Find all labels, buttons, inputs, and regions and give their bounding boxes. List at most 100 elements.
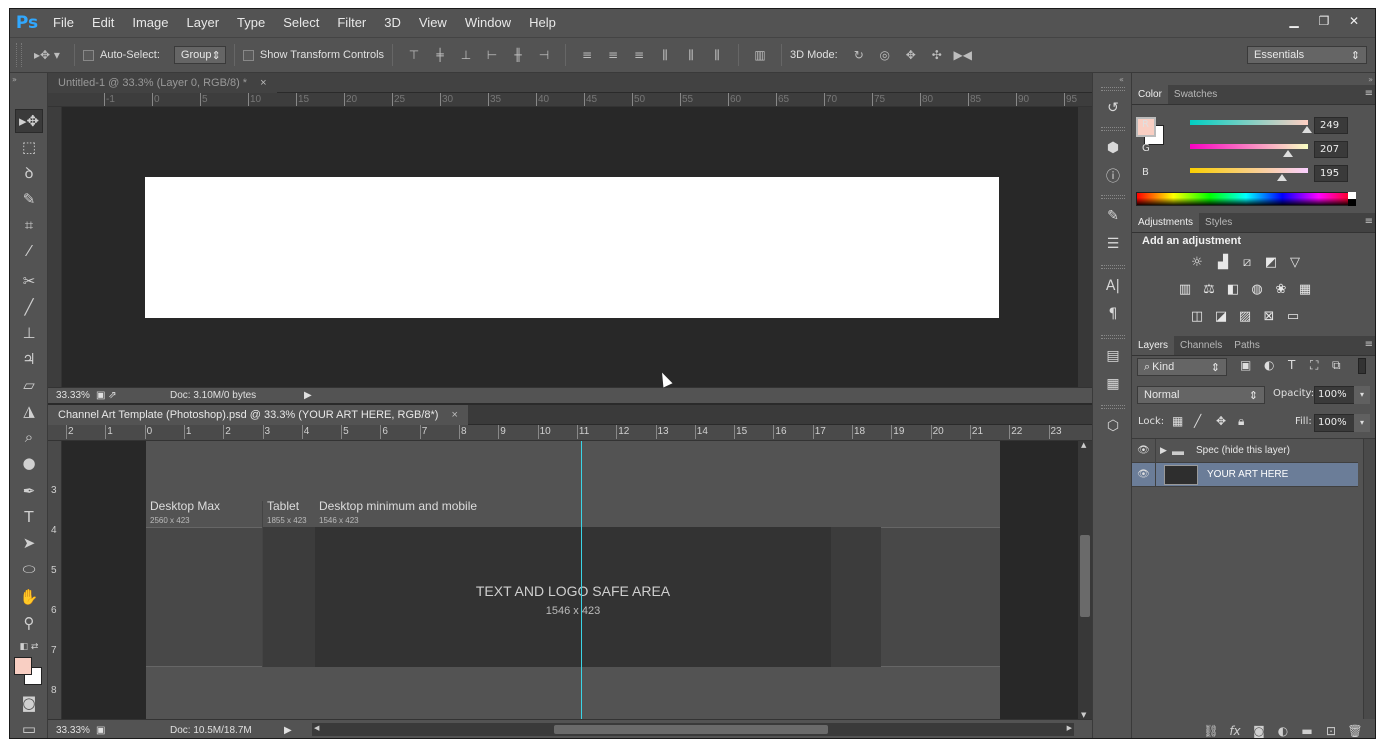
distribute-top-icon[interactable]: ≡ — [578, 46, 596, 64]
menu-3d[interactable]: 3D — [375, 9, 410, 37]
close-tab-icon[interactable]: × — [260, 77, 266, 89]
blend-mode-dropdown[interactable]: Normal ⇕ — [1137, 386, 1265, 404]
tab-adjustments[interactable]: Adjustments — [1132, 213, 1200, 232]
horizontal-ruler[interactable]: -1 0 5 10 15 20 25 30 35 40 45 50 55 60 65 70 75 80 85 90 95 — [48, 93, 1092, 107]
swap-colors-icon[interactable]: ◧ ⇄ — [15, 635, 43, 659]
green-slider[interactable] — [1190, 144, 1308, 149]
notes-panel-icon[interactable]: ▤ — [1101, 345, 1125, 367]
scroll-left-icon[interactable]: ◀ — [314, 724, 319, 732]
panel-menu-icon[interactable]: ≡ — [1365, 339, 1373, 350]
blue-value-input[interactable]: 195 — [1314, 165, 1348, 182]
collapse-strip-icon[interactable]: « — [1119, 75, 1124, 84]
hand-tool-icon[interactable]: ✋ — [15, 585, 43, 609]
align-bottom-icon[interactable]: ⊥ — [457, 46, 475, 64]
info-panel-icon[interactable]: ⓘ — [1101, 165, 1125, 187]
tab-layers[interactable]: Layers — [1132, 336, 1175, 355]
lock-image-icon[interactable]: ╱ — [1194, 414, 1201, 428]
color-lookup-icon[interactable]: ▦ — [1296, 280, 1314, 298]
history-brush-tool-icon[interactable]: ♃ — [15, 347, 43, 371]
tab-swatches[interactable]: Swatches — [1168, 85, 1223, 104]
auto-select-dropdown[interactable]: Group ⇕ — [173, 46, 226, 64]
panel-menu-icon[interactable]: ≡ — [1365, 88, 1373, 99]
exposure-icon[interactable]: ◩ — [1262, 253, 1280, 271]
crop-tool-icon[interactable]: ⌗ — [15, 213, 43, 237]
distribute-right-icon[interactable]: ⫼ — [708, 46, 726, 64]
curves-icon[interactable]: ⧄ — [1238, 253, 1256, 271]
menu-image[interactable]: Image — [123, 9, 177, 37]
3d-panel-icon[interactable]: ⬢ — [1101, 137, 1125, 159]
add-mask-icon[interactable]: ◙ — [1247, 724, 1271, 738]
status-info-icon[interactable]: ▣ — [96, 725, 132, 736]
marquee-tool-icon[interactable]: ⬚ — [15, 135, 43, 159]
lock-position-icon[interactable]: ✥ — [1216, 414, 1226, 428]
move-tool-preset-icon[interactable]: ▸✥ ▾ — [32, 46, 62, 64]
layer-filter-dropdown[interactable]: ⌕ Kind ⇕ — [1137, 358, 1227, 376]
color-spectrum-bar[interactable] — [1136, 192, 1356, 206]
menu-window[interactable]: Window — [456, 9, 520, 37]
pen-tool-icon[interactable]: ✒ — [15, 479, 43, 503]
zoom-level[interactable]: 33.33% — [56, 390, 96, 401]
hue-saturation-icon[interactable]: ▥ — [1176, 280, 1194, 298]
paragraph-panel-icon[interactable]: ¶ — [1101, 303, 1125, 325]
distribute-bottom-icon[interactable]: ≡ — [630, 46, 648, 64]
3d-rotate-icon[interactable]: ↻ — [850, 46, 868, 64]
menu-filter[interactable]: Filter — [328, 9, 375, 37]
eyedropper-tool-icon[interactable]: ⁄ — [15, 239, 43, 263]
clone-stamp-tool-icon[interactable]: ⊥ — [15, 321, 43, 345]
photo-filter-icon[interactable]: ◍ — [1248, 280, 1266, 298]
align-vcenter-icon[interactable]: ╪ — [431, 46, 449, 64]
tab-styles[interactable]: Styles — [1199, 213, 1238, 232]
collapse-icon[interactable]: » — [12, 75, 17, 84]
posterize-icon[interactable]: ◪ — [1212, 307, 1230, 325]
strip-grip[interactable] — [1101, 195, 1125, 199]
menu-type[interactable]: Type — [228, 9, 274, 37]
ellipse-tool-icon[interactable]: ⬭ — [15, 557, 43, 581]
minimize-button[interactable]: ▁ — [1279, 11, 1309, 31]
color-balance-icon[interactable]: ⚖ — [1200, 280, 1218, 298]
canvas-area[interactable]: Desktop Max 2560 x 423 Tablet 1855 x 423… — [62, 441, 1078, 719]
options-bar-grip[interactable] — [16, 43, 22, 67]
scroll-right-icon[interactable]: ▶ — [1067, 724, 1072, 732]
3d-slide-icon[interactable]: ✣ — [928, 46, 946, 64]
white-canvas[interactable] — [145, 177, 999, 318]
brush-panel-icon[interactable]: ✎ — [1101, 205, 1125, 227]
menu-view[interactable]: View — [410, 9, 456, 37]
lasso-tool-icon[interactable]: ꝺ — [15, 161, 43, 185]
eraser-tool-icon[interactable]: ▱ — [15, 373, 43, 397]
red-value-input[interactable]: 249 — [1314, 117, 1348, 134]
channel-mixer-icon[interactable]: ❀ — [1272, 280, 1290, 298]
3d-scale-icon[interactable]: ▶◀ — [954, 46, 972, 64]
brush-tool-icon[interactable]: ╱ — [15, 295, 43, 319]
quick-mask-icon[interactable]: ◙ — [15, 691, 43, 715]
h-scrollbar-thumb[interactable] — [554, 725, 828, 734]
lock-all-icon[interactable]: 🔒︎ — [1238, 414, 1244, 429]
strip-grip[interactable] — [1101, 405, 1125, 409]
menu-edit[interactable]: Edit — [83, 9, 123, 37]
3d-roll-icon[interactable]: ◎ — [876, 46, 894, 64]
layer-name[interactable]: Spec (hide this layer) — [1196, 445, 1290, 456]
opacity-dropdown-arrow-icon[interactable]: ▾ — [1354, 386, 1370, 404]
green-value-input[interactable]: 207 — [1314, 141, 1348, 158]
tab-color[interactable]: Color — [1132, 85, 1168, 104]
gradient-map-icon[interactable]: ▭ — [1284, 307, 1302, 325]
lock-transparent-icon[interactable]: ▦ — [1172, 414, 1183, 428]
auto-align-icon[interactable]: ▥ — [751, 46, 769, 64]
visibility-eye-icon[interactable]: 👁︎ — [1132, 438, 1156, 463]
menu-help[interactable]: Help — [520, 9, 565, 37]
vibrance-icon[interactable]: ▽ — [1286, 253, 1304, 271]
green-slider-thumb[interactable] — [1283, 150, 1293, 157]
menu-file[interactable]: File — [44, 9, 83, 37]
path-selection-tool-icon[interactable]: ➤ — [15, 531, 43, 555]
layer-thumbnail[interactable] — [1164, 464, 1198, 485]
selective-color-icon[interactable]: ⊠ — [1260, 307, 1278, 325]
layer-style-icon[interactable]: fx — [1223, 724, 1247, 738]
distribute-left-icon[interactable]: ⫼ — [656, 46, 674, 64]
menu-select[interactable]: Select — [274, 9, 328, 37]
brightness-contrast-icon[interactable]: ☼ — [1188, 253, 1206, 271]
expand-panels-icon[interactable]: » — [1368, 75, 1373, 84]
align-right-icon[interactable]: ⊣ — [535, 46, 553, 64]
blue-slider-thumb[interactable] — [1277, 174, 1287, 181]
strip-grip[interactable] — [1101, 335, 1125, 339]
align-hcenter-icon[interactable]: ╫ — [509, 46, 527, 64]
strip-grip[interactable] — [1101, 265, 1125, 269]
